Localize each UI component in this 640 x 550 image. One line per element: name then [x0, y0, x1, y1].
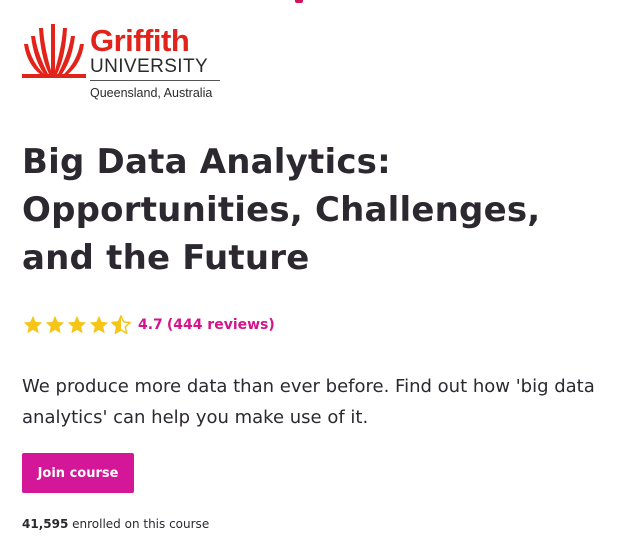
course-title-line: Opportunities, Challenges,	[22, 190, 541, 230]
top-accent-bar	[295, 0, 303, 3]
rating-value: 4.7	[138, 317, 163, 333]
course-title-line: Big Data Analytics:	[22, 142, 391, 182]
logo-location: Queensland, Australia	[90, 86, 213, 100]
star-icon	[67, 315, 87, 334]
rating-stars	[22, 314, 132, 336]
star-icon	[23, 315, 43, 334]
logo-subtitle: UNIVERSITY	[90, 56, 209, 77]
griffith-university-logo[interactable]: Griffith UNIVERSITY Queensland, Australi…	[22, 24, 227, 104]
join-course-button[interactable]: Join course	[22, 453, 134, 493]
star-half-icon	[111, 315, 131, 334]
course-title: Big Data Analytics: Opportunities, Chall…	[22, 138, 622, 282]
griffith-logo-icon	[22, 24, 86, 78]
course-description: We produce more data than ever before. F…	[22, 376, 595, 428]
enrolled-label: enrolled on this course	[68, 517, 210, 531]
star-icon	[45, 315, 65, 334]
logo-divider	[90, 80, 220, 81]
course-rating[interactable]: 4.7 (444 reviews)	[22, 314, 275, 336]
course-page: Griffith UNIVERSITY Queensland, Australi…	[0, 0, 640, 550]
star-icon	[89, 315, 109, 334]
enrolled-info: 41,595 enrolled on this course	[22, 517, 209, 531]
logo-name: Griffith	[90, 23, 190, 58]
course-title-line: and the Future	[22, 238, 310, 278]
enrolled-count: 41,595	[22, 517, 69, 531]
rating-reviews[interactable]: (444 reviews)	[167, 317, 275, 333]
